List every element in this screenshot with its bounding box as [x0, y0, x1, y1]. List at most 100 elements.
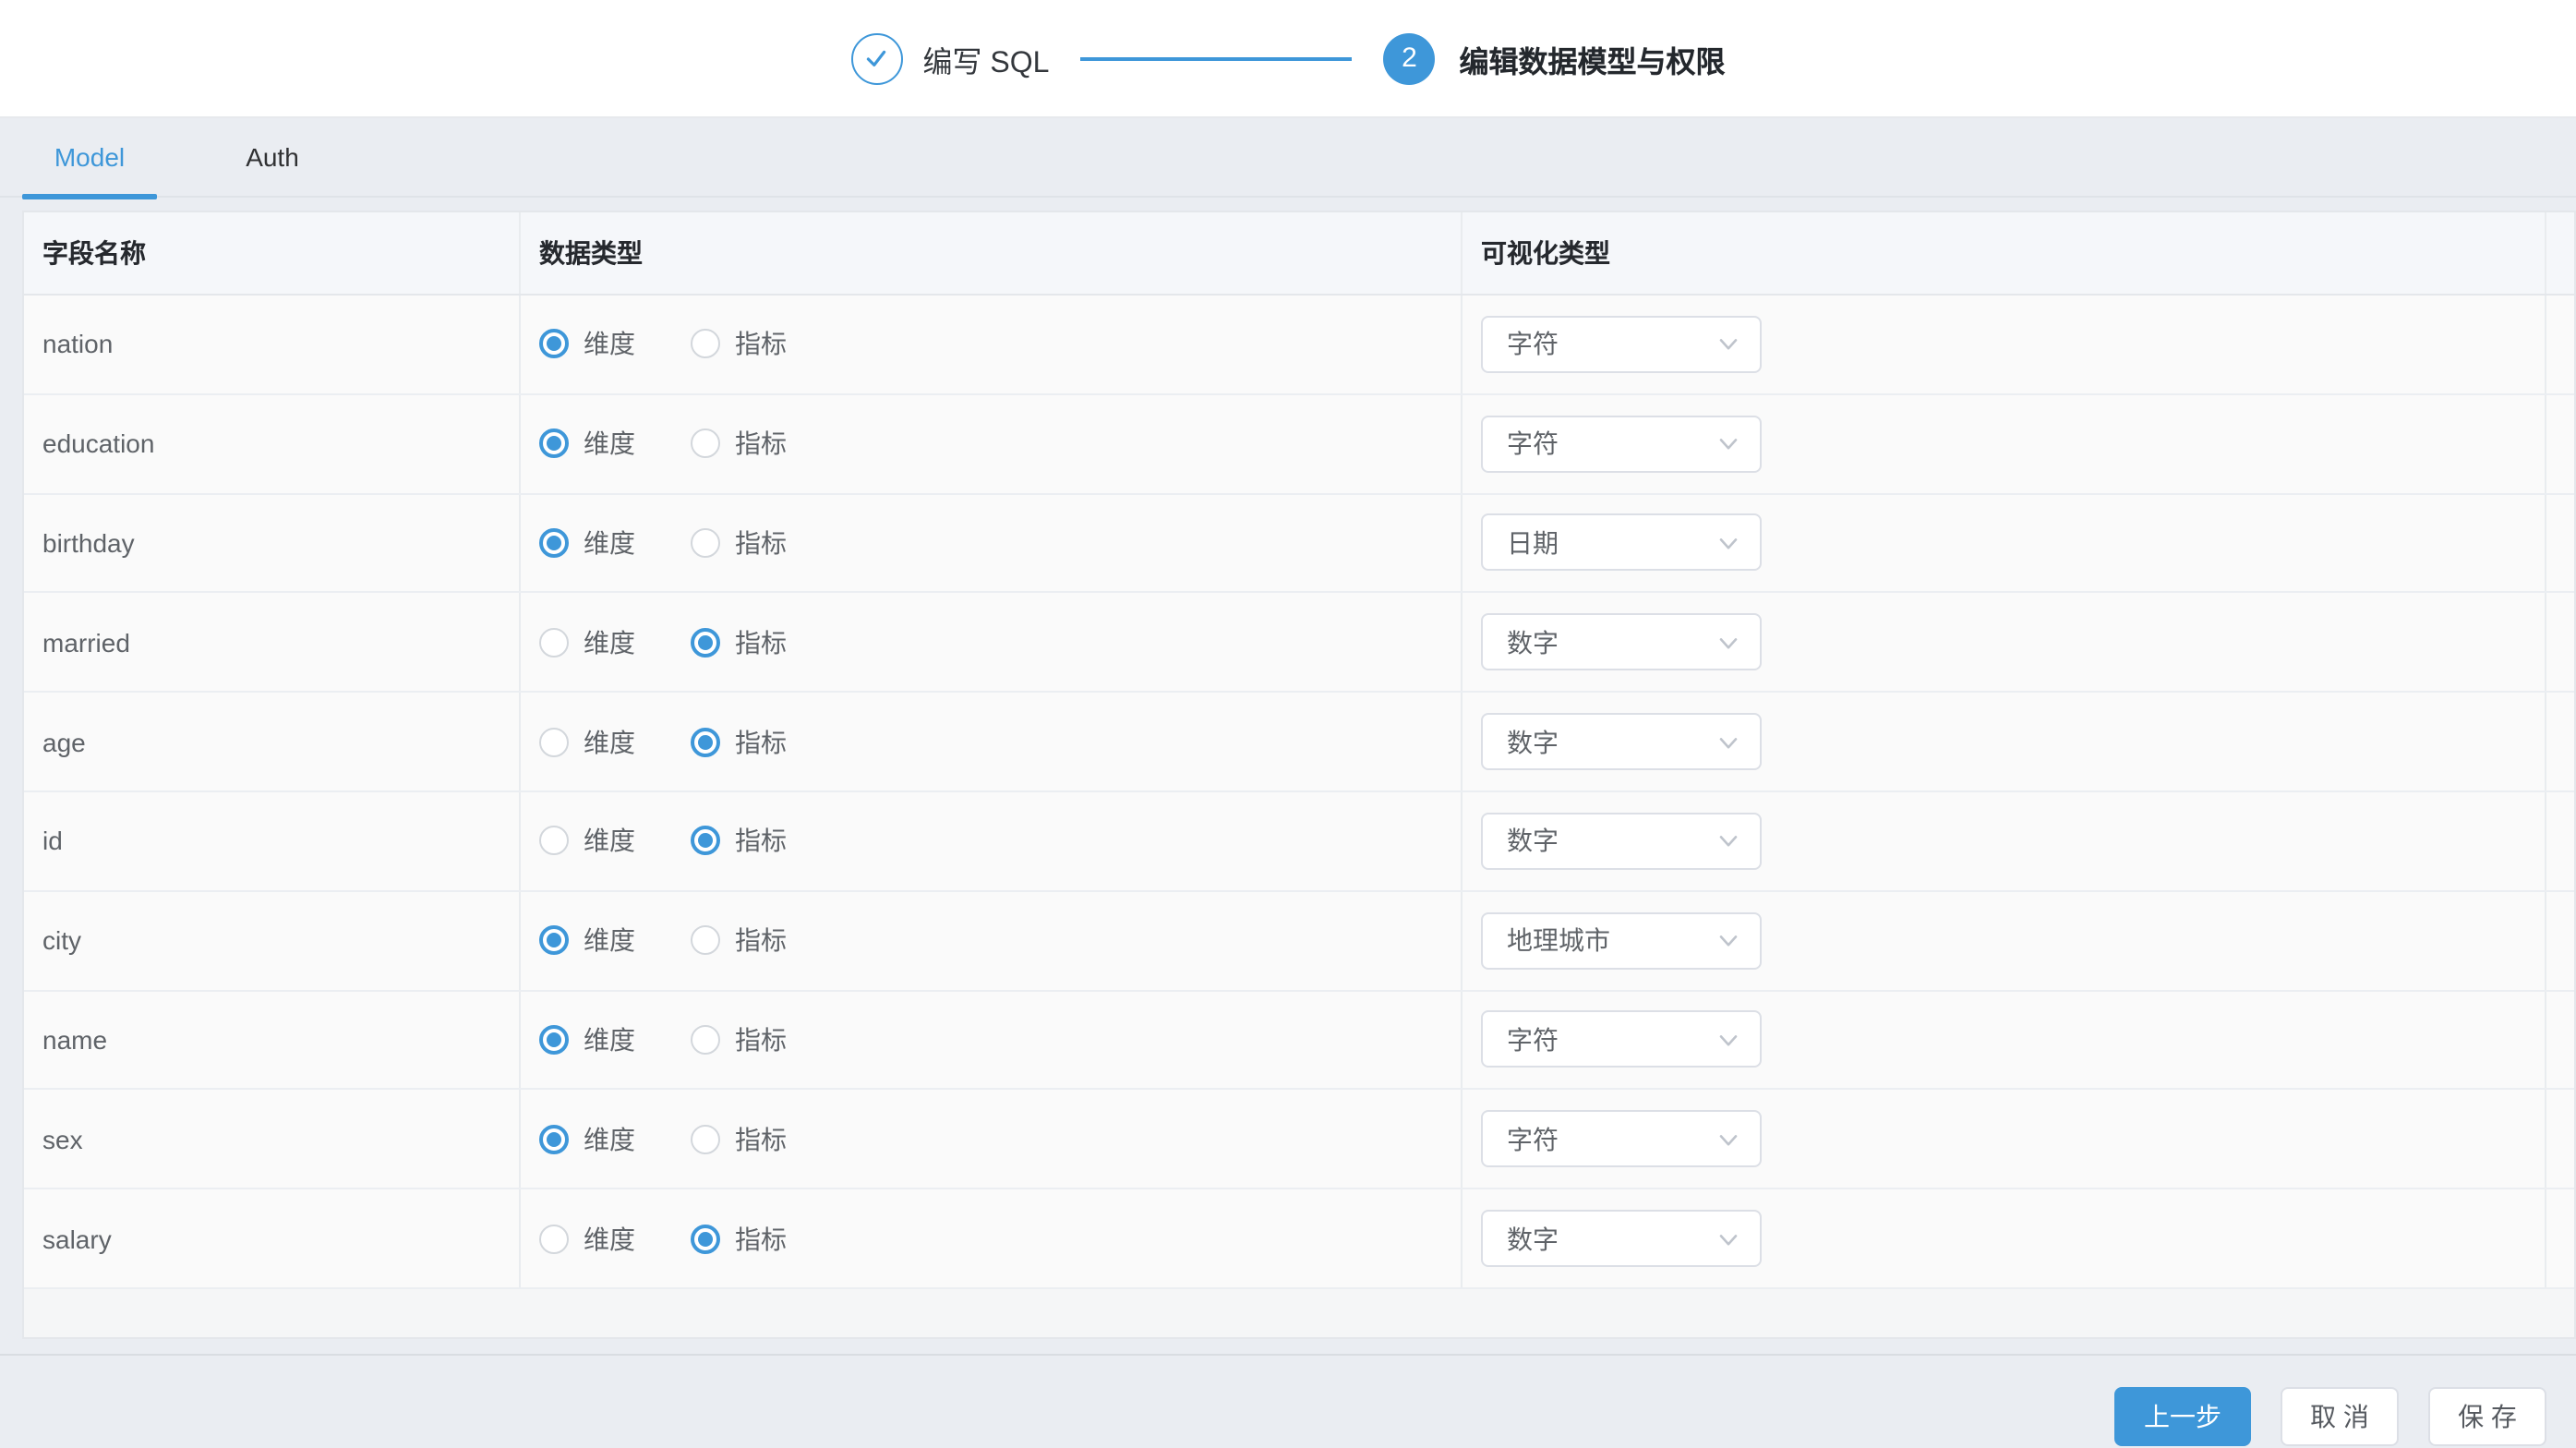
radio-circle-icon — [539, 1224, 569, 1253]
visual-type-cell: 数字 — [1463, 693, 2546, 790]
data-type-cell: 维度 指标 — [521, 594, 1463, 692]
table-row: salary 维度 指标 数字 — [24, 1189, 2574, 1289]
dimension-radio[interactable]: 维度 — [539, 1121, 635, 1158]
metric-radio[interactable]: 指标 — [691, 1121, 787, 1158]
dimension-radio-label: 维度 — [584, 624, 635, 661]
scrollbar-gutter — [2546, 693, 2574, 790]
scrollbar-gutter — [2546, 1091, 2574, 1189]
step-1-completed: 编写 SQL — [851, 32, 1050, 84]
dimension-radio[interactable]: 维度 — [539, 525, 635, 561]
steps-indicator: 编写 SQL 2 编辑数据模型与权限 — [851, 32, 1726, 84]
visual-type-select[interactable]: 数字 — [1481, 813, 1762, 870]
cancel-button[interactable]: 取 消 — [2281, 1387, 2399, 1446]
metric-radio[interactable]: 指标 — [691, 823, 787, 860]
visual-type-select[interactable]: 数字 — [1481, 1210, 1762, 1267]
dimension-radio[interactable]: 维度 — [539, 1220, 635, 1257]
field-name: city — [24, 892, 521, 990]
visual-type-cell: 数字 — [1463, 1189, 2546, 1287]
dimension-radio[interactable]: 维度 — [539, 823, 635, 860]
visual-type-select[interactable]: 数字 — [1481, 614, 1762, 671]
dimension-radio[interactable]: 维度 — [539, 425, 635, 462]
visual-type-select[interactable]: 字符 — [1481, 1111, 1762, 1168]
visual-type-value: 字符 — [1507, 425, 1559, 462]
visual-type-value: 地理城市 — [1507, 922, 1610, 959]
steps-header: 编写 SQL 2 编辑数据模型与权限 — [0, 0, 2576, 118]
chevron-down-icon — [1715, 332, 1741, 357]
radio-circle-icon — [691, 925, 720, 955]
visual-type-select[interactable]: 字符 — [1481, 415, 1762, 472]
dimension-radio[interactable]: 维度 — [539, 624, 635, 661]
tabs-bar: Model Auth — [0, 118, 2576, 198]
field-model-table: 字段名称 数据类型 可视化类型 nation 维度 指标 字符 — [22, 211, 2576, 1339]
table-row: city 维度 指标 地理城市 — [24, 892, 2574, 992]
radio-circle-icon — [691, 827, 720, 856]
chevron-down-icon — [1715, 828, 1741, 854]
field-name: education — [24, 395, 521, 493]
radio-circle-icon — [539, 330, 569, 359]
visual-type-value: 日期 — [1507, 525, 1559, 561]
visual-type-select[interactable]: 字符 — [1481, 316, 1762, 373]
field-name: name — [24, 991, 521, 1089]
dimension-radio[interactable]: 维度 — [539, 1021, 635, 1058]
radio-circle-icon — [539, 925, 569, 955]
field-name: id — [24, 792, 521, 890]
field-name: birthday — [24, 494, 521, 592]
visual-type-value: 字符 — [1507, 1121, 1559, 1158]
dimension-radio-label: 维度 — [584, 1220, 635, 1257]
dialog-footer: 上一步 取 消 保 存 — [0, 1354, 2576, 1446]
metric-radio[interactable]: 指标 — [691, 624, 787, 661]
save-button[interactable]: 保 存 — [2428, 1387, 2546, 1446]
data-type-cell: 维度 指标 — [521, 395, 1463, 493]
visual-type-value: 数字 — [1507, 1220, 1559, 1257]
table-row: birthday 维度 指标 日期 — [24, 494, 2574, 594]
radio-circle-icon — [691, 330, 720, 359]
chevron-down-icon — [1715, 430, 1741, 456]
tab-auth[interactable]: Auth — [205, 118, 340, 196]
metric-radio[interactable]: 指标 — [691, 1220, 787, 1257]
radio-circle-icon — [691, 1224, 720, 1253]
dimension-radio-label: 维度 — [584, 922, 635, 959]
metric-radio-label: 指标 — [735, 823, 787, 860]
metric-radio[interactable]: 指标 — [691, 326, 787, 363]
radio-circle-icon — [539, 827, 569, 856]
dimension-radio[interactable]: 维度 — [539, 723, 635, 760]
metric-radio[interactable]: 指标 — [691, 1021, 787, 1058]
data-type-cell: 维度 指标 — [521, 892, 1463, 990]
field-name: age — [24, 693, 521, 790]
scrollbar-gutter — [2546, 792, 2574, 890]
metric-radio[interactable]: 指标 — [691, 525, 787, 561]
field-name: sex — [24, 1091, 521, 1189]
radio-circle-icon — [691, 1125, 720, 1154]
previous-step-button[interactable]: 上一步 — [2114, 1387, 2251, 1446]
metric-radio-label: 指标 — [735, 723, 787, 760]
metric-radio-label: 指标 — [735, 922, 787, 959]
table-body: nation 维度 指标 字符 education — [24, 296, 2574, 1289]
dimension-radio[interactable]: 维度 — [539, 922, 635, 959]
visual-type-select[interactable]: 地理城市 — [1481, 911, 1762, 969]
visual-type-cell: 数字 — [1463, 792, 2546, 890]
chevron-down-icon — [1715, 1027, 1741, 1053]
table-row: sex 维度 指标 字符 — [24, 1091, 2574, 1190]
metric-radio[interactable]: 指标 — [691, 723, 787, 760]
step-connector-line — [1080, 56, 1352, 60]
metric-radio[interactable]: 指标 — [691, 922, 787, 959]
step-2-active: 2 编辑数据模型与权限 — [1383, 32, 1725, 84]
dimension-radio-label: 维度 — [584, 326, 635, 363]
table-row: nation 维度 指标 字符 — [24, 296, 2574, 395]
dimension-radio-label: 维度 — [584, 823, 635, 860]
field-name: married — [24, 594, 521, 692]
tab-model[interactable]: Model — [22, 118, 157, 196]
visual-type-cell: 字符 — [1463, 395, 2546, 493]
metric-radio[interactable]: 指标 — [691, 425, 787, 462]
data-type-cell: 维度 指标 — [521, 792, 1463, 890]
visual-type-cell: 数字 — [1463, 594, 2546, 692]
dimension-radio[interactable]: 维度 — [539, 326, 635, 363]
field-name: salary — [24, 1189, 521, 1287]
visual-type-select[interactable]: 日期 — [1481, 514, 1762, 572]
visual-type-select[interactable]: 字符 — [1481, 1011, 1762, 1068]
metric-radio-label: 指标 — [735, 1121, 787, 1158]
dimension-radio-label: 维度 — [584, 1121, 635, 1158]
scrollbar-gutter — [2546, 1189, 2574, 1287]
visual-type-select[interactable]: 数字 — [1481, 713, 1762, 770]
dimension-radio-label: 维度 — [584, 1021, 635, 1058]
